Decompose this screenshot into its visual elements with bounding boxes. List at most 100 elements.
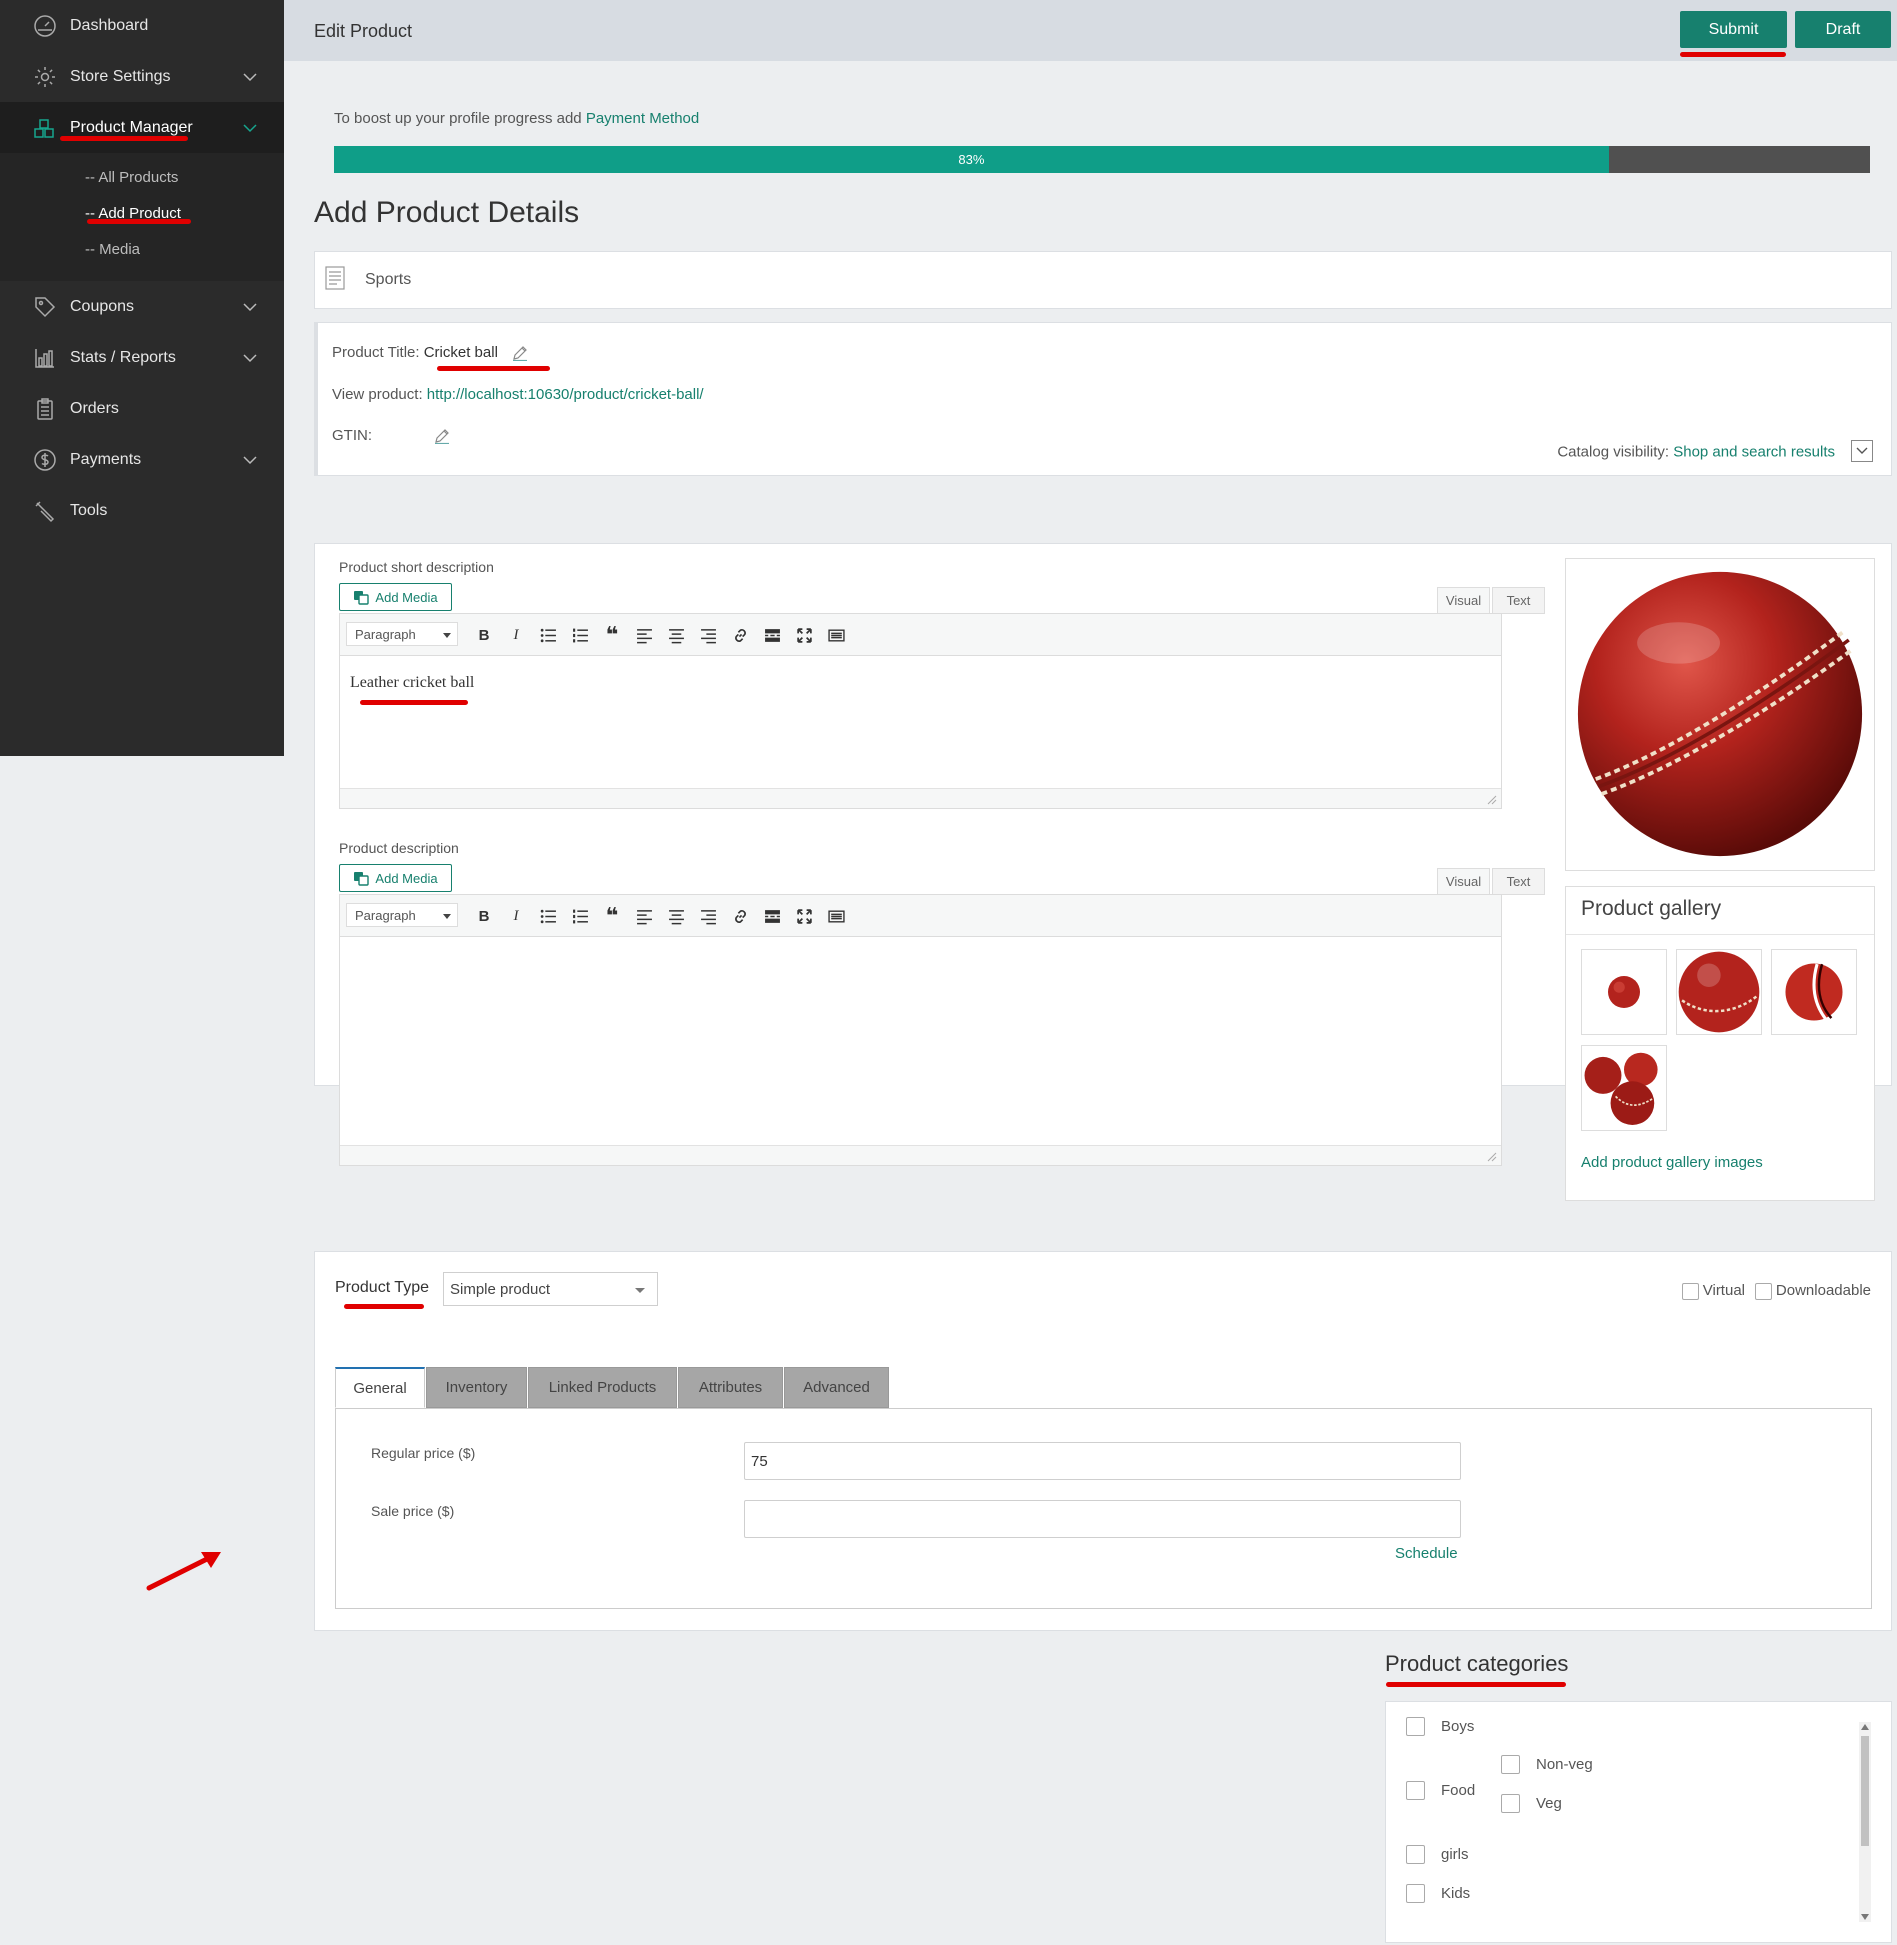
align-right-icon[interactable] [692, 904, 724, 928]
tab-visual[interactable]: Visual [1437, 868, 1490, 895]
align-right-icon[interactable] [692, 623, 724, 647]
sidebar-item-orders[interactable]: Orders [0, 383, 284, 434]
scroll-up-icon[interactable] [1861, 1724, 1869, 1730]
boxes-icon [32, 115, 58, 141]
blockquote-icon[interactable]: ❝ [596, 903, 628, 928]
align-left-icon[interactable] [628, 623, 660, 647]
tab-visual[interactable]: Visual [1437, 587, 1490, 614]
virtual-option[interactable]: Virtual [1681, 1282, 1745, 1300]
description-content[interactable] [340, 937, 1501, 973]
draft-button[interactable]: Draft [1795, 11, 1891, 48]
featured-image[interactable] [1565, 558, 1875, 871]
view-product-link[interactable]: http://localhost:10630/product/cricket-b… [427, 386, 704, 403]
pencil-icon[interactable] [434, 428, 450, 445]
catalog-visibility-value[interactable]: Shop and search results [1673, 444, 1835, 461]
resize-handle-icon[interactable] [1487, 1152, 1497, 1162]
submenu-all-products[interactable]: -- All Products [0, 159, 284, 195]
sidebar-item-store-settings[interactable]: Store Settings [0, 51, 284, 102]
category-item[interactable]: Kids [1406, 1884, 1470, 1903]
category-checkbox[interactable] [1406, 1717, 1425, 1736]
tab-linked-products[interactable]: Linked Products [528, 1367, 677, 1408]
annotation-underline [360, 700, 468, 705]
link-icon[interactable] [724, 904, 756, 928]
sidebar-item-coupons[interactable]: Coupons [0, 281, 284, 332]
format-select[interactable]: Paragraph [346, 622, 458, 646]
description-editor[interactable]: Paragraph B I ❝ [339, 894, 1502, 1166]
tab-text[interactable]: Text [1492, 868, 1545, 895]
align-center-icon[interactable] [660, 623, 692, 647]
toolbar-toggle-icon[interactable] [820, 623, 852, 647]
align-left-icon[interactable] [628, 904, 660, 928]
scroll-down-icon[interactable] [1861, 1914, 1869, 1920]
product-title-value[interactable]: Cricket ball [424, 344, 498, 361]
bold-icon[interactable]: B [468, 623, 500, 647]
add-media-button[interactable]: Add Media [339, 583, 452, 611]
add-media-button[interactable]: Add Media [339, 864, 452, 892]
tab-general[interactable]: General [335, 1367, 425, 1408]
tab-advanced[interactable]: Advanced [784, 1367, 889, 1408]
category-item[interactable]: Boys [1406, 1717, 1474, 1736]
pencil-icon[interactable] [512, 345, 528, 362]
fullscreen-icon[interactable] [788, 623, 820, 647]
read-more-icon[interactable] [756, 623, 788, 647]
sale-price-input[interactable] [744, 1500, 1461, 1538]
schedule-link[interactable]: Schedule [1395, 1545, 1458, 1562]
categories-scrollbar[interactable] [1859, 1722, 1871, 1922]
link-icon[interactable] [724, 623, 756, 647]
italic-icon[interactable]: I [500, 904, 532, 928]
scrollbar-thumb[interactable] [1861, 1736, 1869, 1846]
gear-icon [32, 64, 58, 90]
sidebar: Dashboard Store Settings Product Manager… [0, 0, 284, 756]
sidebar-item-tools[interactable]: Tools [0, 485, 284, 536]
chevron-down-icon [243, 456, 257, 465]
bold-icon[interactable]: B [468, 904, 500, 928]
sidebar-item-stats-reports[interactable]: Stats / Reports [0, 332, 284, 383]
sidebar-item-dashboard[interactable]: Dashboard [0, 0, 284, 51]
blockquote-icon[interactable]: ❝ [596, 622, 628, 647]
catalog-visibility-toggle[interactable] [1851, 440, 1873, 462]
align-center-icon[interactable] [660, 904, 692, 928]
italic-icon[interactable]: I [500, 623, 532, 647]
category-item[interactable]: girls [1406, 1845, 1469, 1864]
submit-button[interactable]: Submit [1680, 11, 1787, 48]
tab-text[interactable]: Text [1492, 587, 1545, 614]
product-type-select[interactable]: Simple product [443, 1272, 658, 1306]
category-checkbox[interactable] [1406, 1781, 1425, 1800]
format-select[interactable]: Paragraph [346, 903, 458, 927]
fullscreen-icon[interactable] [788, 904, 820, 928]
regular-price-input[interactable]: 75 [744, 1442, 1461, 1480]
tab-attributes[interactable]: Attributes [678, 1367, 783, 1408]
downloadable-option[interactable]: Downloadable [1754, 1282, 1871, 1300]
downloadable-checkbox[interactable] [1754, 1282, 1772, 1300]
category-item[interactable]: Food [1406, 1781, 1475, 1800]
category-item[interactable]: Veg [1501, 1794, 1562, 1813]
category-item[interactable]: Non-veg [1501, 1755, 1593, 1774]
bullet-list-icon[interactable] [532, 623, 564, 647]
sidebar-item-product-manager[interactable]: Product Manager [0, 102, 284, 153]
virtual-checkbox[interactable] [1681, 1282, 1699, 1300]
gallery-thumb[interactable] [1771, 949, 1857, 1035]
short-description-content[interactable]: Leather cricket ball [340, 656, 1501, 710]
category-checkbox[interactable] [1501, 1755, 1520, 1774]
gallery-thumb[interactable] [1676, 949, 1762, 1035]
toolbar-toggle-icon[interactable] [820, 904, 852, 928]
numbered-list-icon[interactable] [564, 904, 596, 928]
tab-inventory[interactable]: Inventory [426, 1367, 527, 1408]
numbered-list-icon[interactable] [564, 623, 596, 647]
resize-handle-icon[interactable] [1487, 795, 1497, 805]
gallery-thumb[interactable] [1581, 1045, 1667, 1131]
submenu-media[interactable]: -- Media [0, 231, 284, 267]
payment-method-link[interactable]: Payment Method [586, 110, 699, 127]
submenu-add-product[interactable]: -- Add Product [0, 195, 284, 231]
bullet-list-icon[interactable] [532, 904, 564, 928]
category-checkbox[interactable] [1406, 1845, 1425, 1864]
category-checkbox[interactable] [1501, 1794, 1520, 1813]
short-description-editor[interactable]: Paragraph B I ❝ Leather cricket ball [339, 613, 1502, 809]
category-bar[interactable]: Sports [314, 251, 1892, 309]
read-more-icon[interactable] [756, 904, 788, 928]
chevron-down-icon [243, 354, 257, 363]
sidebar-item-payments[interactable]: Payments [0, 434, 284, 485]
category-checkbox[interactable] [1406, 1884, 1425, 1903]
gallery-thumb[interactable] [1581, 949, 1667, 1035]
add-gallery-images-link[interactable]: Add product gallery images [1581, 1154, 1763, 1171]
